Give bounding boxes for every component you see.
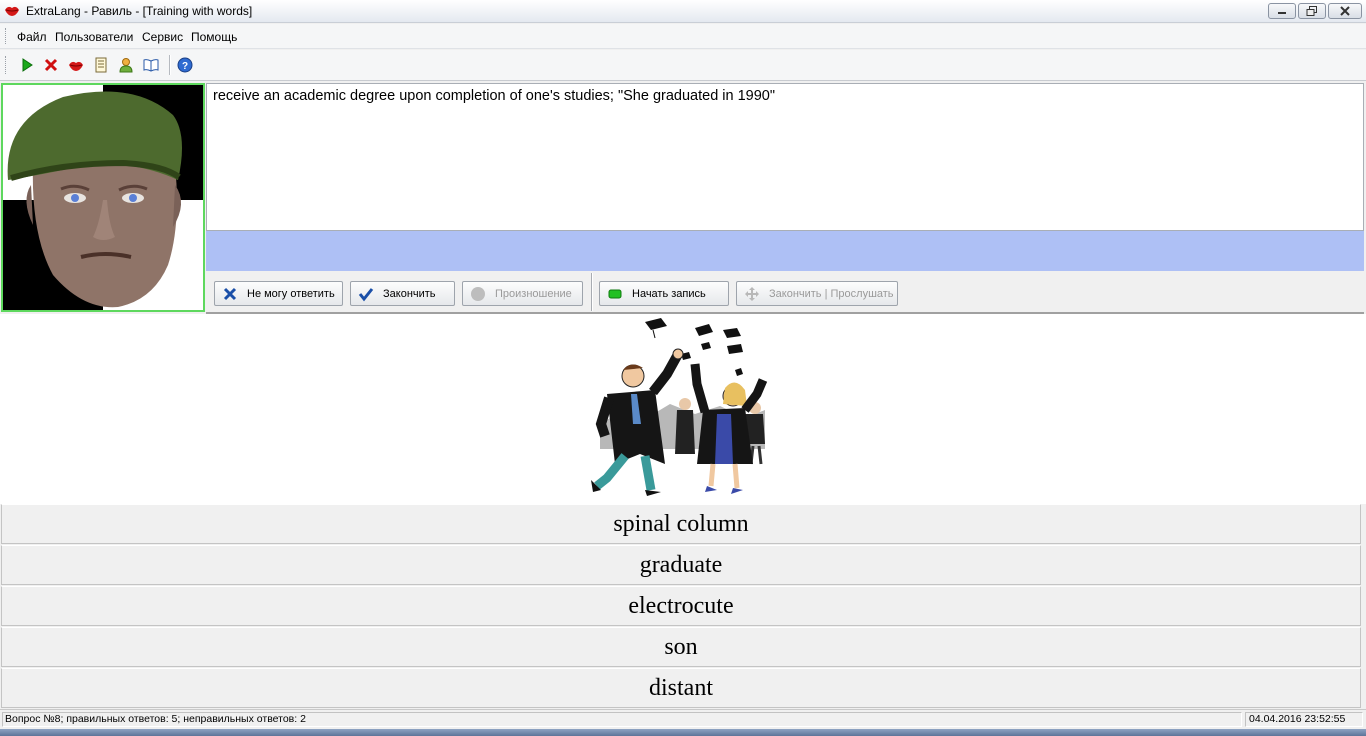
svg-text:?: ? (182, 61, 188, 72)
checkmark-icon (358, 287, 374, 301)
close-window-button[interactable] (1328, 3, 1362, 19)
tutor-avatar (1, 83, 205, 312)
start-recording-button[interactable]: Начать запись (599, 281, 729, 306)
cant-answer-label: Не могу ответить (247, 287, 335, 300)
finish-label: Закончить (383, 287, 436, 300)
soldier-face-image (3, 85, 203, 310)
minimize-button[interactable] (1268, 3, 1296, 19)
buttons-separator (591, 273, 593, 311)
definition-text: receive an academic degree upon completi… (206, 83, 1364, 231)
menu-bar: Файл Пользователи Сервис Помощь (0, 24, 1366, 49)
finish-button[interactable]: Закончить (350, 281, 455, 306)
finish-listen-button[interactable]: Закончить | Прослушать (736, 281, 898, 306)
stop-training-button[interactable] (41, 55, 61, 75)
help-icon: ? (177, 57, 193, 73)
taskbar (0, 729, 1366, 736)
answer-choice-4[interactable]: son (1, 627, 1361, 667)
pronunciation-tool-button[interactable] (66, 55, 86, 75)
window-title: ExtraLang - Равиль - [Training with word… (26, 4, 253, 18)
minimize-icon (1278, 12, 1286, 14)
cant-answer-button[interactable]: Не могу ответить (214, 281, 343, 306)
start-training-button[interactable] (17, 55, 37, 75)
answer-input-strip[interactable] (206, 231, 1364, 271)
answer-choice-5[interactable]: distant (1, 668, 1361, 708)
start-recording-label: Начать запись (632, 287, 706, 300)
toolbar-grip (5, 56, 8, 74)
close-icon (1340, 6, 1350, 16)
lips-icon (69, 61, 83, 71)
move-icon (745, 286, 759, 301)
lips-app-icon (5, 6, 19, 16)
menu-file[interactable]: Файл (17, 30, 47, 44)
dictionary-tool-button[interactable] (141, 55, 161, 75)
pronunciation-button[interactable]: Произношение (462, 281, 583, 306)
menu-grip (5, 28, 8, 44)
user-icon (119, 58, 133, 73)
answer-choice-2[interactable]: graduate (1, 545, 1361, 585)
action-buttons-row: Не могу ответить Закончить Произношение … (206, 271, 1364, 314)
users-tool-button[interactable] (116, 55, 136, 75)
pronunciation-label: Произношение (495, 287, 572, 300)
menu-service[interactable]: Сервис (142, 30, 183, 44)
status-datetime: 04.04.2016 23:52:55 (1245, 712, 1363, 727)
answer-choice-1[interactable]: spinal column (1, 504, 1361, 544)
status-bar: Вопрос №8; правильных ответов: 5; неправ… (0, 709, 1366, 730)
restore-button[interactable] (1298, 3, 1326, 19)
illustration-area (0, 314, 1366, 504)
help-tool-button[interactable]: ? (175, 55, 195, 75)
notebook-tool-button[interactable] (91, 55, 111, 75)
menu-users[interactable]: Пользователи (55, 30, 133, 44)
toolbar: ? (0, 50, 1366, 81)
notebook-icon (95, 57, 107, 73)
status-progress: Вопрос №8; правильных ответов: 5; неправ… (2, 712, 1242, 727)
record-icon (608, 289, 622, 298)
toolbar-separator (169, 55, 171, 75)
restore-icon (1306, 6, 1317, 16)
title-bar: ExtraLang - Равиль - [Training with word… (0, 0, 1366, 23)
dictionary-icon (143, 59, 159, 72)
finish-listen-label: Закончить | Прослушать (769, 287, 894, 300)
play-icon (22, 58, 33, 72)
graduation-illustration (591, 318, 768, 496)
answer-choice-3[interactable]: electrocute (1, 586, 1361, 626)
x-icon (223, 287, 237, 300)
pronunciation-icon (471, 286, 485, 301)
stop-icon (44, 58, 58, 72)
menu-help[interactable]: Помощь (191, 30, 237, 44)
